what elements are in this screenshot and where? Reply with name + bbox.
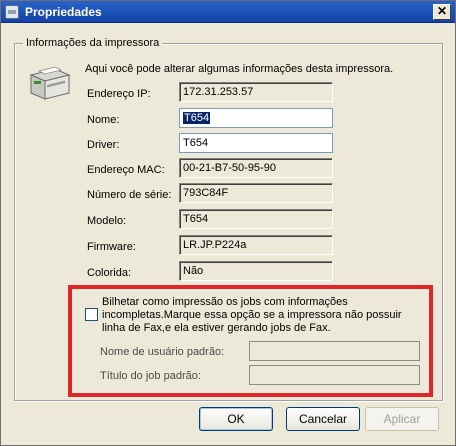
default-user-label: Nome de usuário padrão: — [100, 346, 225, 358]
mac-field: 00-21-B7-50-95-90 — [179, 158, 333, 178]
default-job-input — [249, 365, 420, 385]
cancel-button[interactable]: Cancelar — [286, 407, 360, 431]
properties-dialog: Propriedades ✕ Informações da impressora… — [0, 0, 456, 446]
billing-checkbox-label[interactable]: Bilhetar como impressão os jobs com info… — [102, 296, 424, 335]
ip-label: Endereço IP: — [87, 88, 151, 100]
default-user-input — [249, 341, 420, 361]
driver-label: Driver: — [87, 139, 120, 151]
firmware-field: LR.JP.P224a — [179, 235, 333, 255]
serial-field: 793C84F — [179, 183, 333, 203]
model-label: Modelo: — [87, 215, 127, 227]
group-legend: Informações da impressora — [23, 37, 163, 49]
driver-input[interactable]: T654 — [179, 133, 333, 153]
name-label: Nome: — [87, 114, 120, 126]
name-value: T654 — [183, 112, 211, 124]
close-button[interactable]: ✕ — [433, 4, 451, 20]
mac-label: Endereço MAC: — [87, 164, 165, 176]
color-label: Colorida: — [87, 267, 132, 279]
ok-button[interactable]: OK — [199, 407, 273, 431]
window-icon — [5, 5, 19, 19]
name-input[interactable]: T654 — [179, 108, 333, 128]
serial-label: Número de série: — [87, 189, 172, 201]
ip-field: 172.31.253.57 — [179, 82, 333, 102]
apply-button: Aplicar — [365, 407, 439, 431]
default-job-label: Título do job padrão: — [100, 370, 201, 382]
intro-text: Aqui você pode alterar algumas informaçõ… — [85, 63, 394, 75]
billing-checkbox[interactable] — [85, 308, 98, 321]
printer-icon — [29, 66, 71, 100]
window-title: Propriedades — [25, 5, 102, 19]
title-bar[interactable]: Propriedades ✕ — [1, 1, 455, 23]
model-field: T654 — [179, 209, 333, 229]
firmware-label: Firmware: — [87, 241, 136, 253]
color-field: Não — [179, 261, 333, 281]
